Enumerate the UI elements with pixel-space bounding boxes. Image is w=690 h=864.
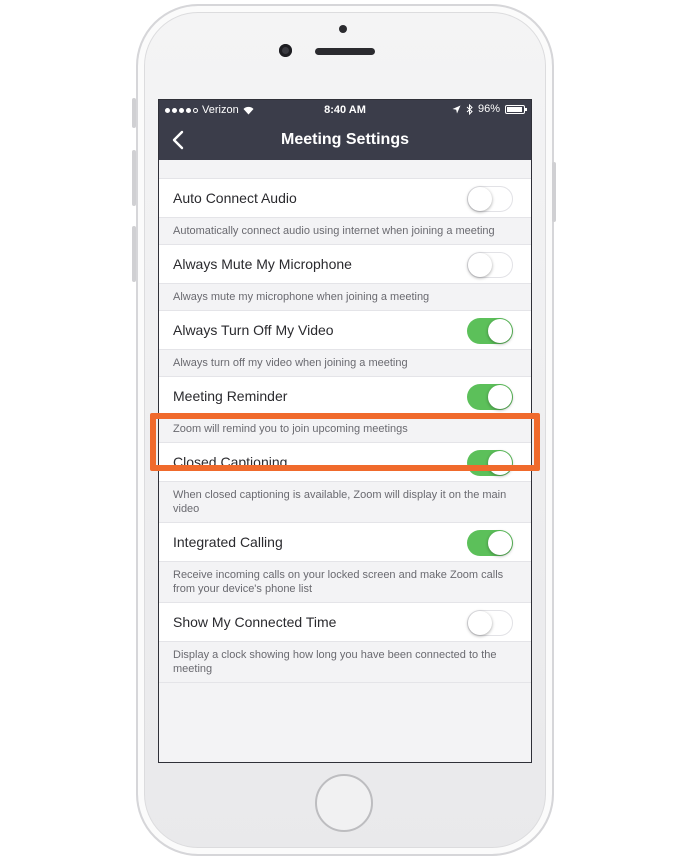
navigation-bar: Meeting Settings	[159, 120, 531, 160]
volume-up-button	[132, 150, 136, 206]
front-camera	[279, 44, 292, 57]
always-mute-microphone-toggle[interactable]	[467, 252, 513, 278]
setting-label: Always Mute My Microphone	[173, 256, 352, 272]
show-connected-time-toggle[interactable]	[467, 610, 513, 636]
setting-description: Always mute my microphone when joining a…	[159, 284, 531, 311]
earpiece-speaker	[315, 48, 375, 55]
auto-connect-audio-toggle[interactable]	[467, 186, 513, 212]
setting-label: Show My Connected Time	[173, 614, 337, 630]
integrated-calling-toggle[interactable]	[467, 530, 513, 556]
page-title: Meeting Settings	[280, 131, 409, 148]
setting-row-always-turn-off-video: Always Turn Off My Video	[159, 311, 531, 350]
setting-description: Automatically connect audio using intern…	[159, 218, 531, 245]
power-button	[552, 162, 556, 222]
battery-icon	[505, 104, 527, 114]
setting-row-always-mute-microphone: Always Mute My Microphone	[159, 245, 531, 284]
mute-switch	[132, 98, 136, 128]
setting-row-integrated-calling: Integrated Calling	[159, 523, 531, 562]
volume-down-button	[132, 226, 136, 282]
bluetooth-icon	[466, 103, 473, 115]
setting-row-meeting-reminder: Meeting Reminder	[159, 377, 531, 416]
setting-label: Meeting Reminder	[173, 388, 288, 404]
home-button[interactable]	[315, 774, 373, 832]
setting-row-auto-connect-audio: Auto Connect Audio	[159, 179, 531, 218]
highlight-box	[150, 413, 540, 471]
setting-row-show-connected-time: Show My Connected Time	[159, 603, 531, 642]
meeting-reminder-toggle[interactable]	[467, 384, 513, 410]
always-turn-off-video-toggle[interactable]	[467, 318, 513, 344]
proximity-sensor	[339, 25, 347, 33]
status-bar: Verizon 8:40 AM 96%	[159, 100, 531, 120]
setting-label: Auto Connect Audio	[173, 190, 297, 206]
setting-description: When closed captioning is available, Zoo…	[159, 482, 531, 523]
setting-description: Display a clock showing how long you hav…	[159, 642, 531, 683]
setting-description: Always turn off my video when joining a …	[159, 350, 531, 377]
setting-label: Always Turn Off My Video	[173, 322, 334, 338]
location-icon	[452, 105, 461, 113]
setting-label: Integrated Calling	[173, 534, 283, 550]
setting-description: Receive incoming calls on your locked sc…	[159, 562, 531, 603]
battery-percent: 96%	[477, 103, 500, 115]
